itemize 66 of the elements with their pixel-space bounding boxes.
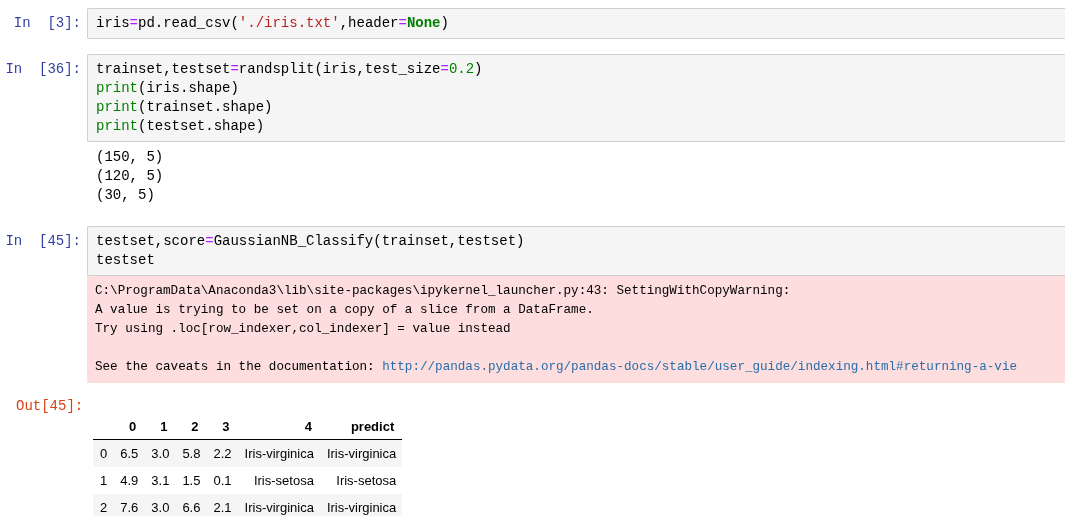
code-token: print	[96, 99, 138, 115]
code-token: pd.read_csv(	[138, 15, 239, 31]
table-cell: 4.9	[120, 473, 139, 488]
code-token: testset	[96, 252, 155, 268]
table-cell: 2.2	[213, 446, 232, 461]
code-token: randsplit(iris,test_size	[238, 61, 441, 77]
input-prompt: In [45]:	[4, 232, 82, 251]
warning-line: See the caveats in the documentation:	[95, 360, 375, 374]
column-header: 1	[160, 419, 168, 434]
code-token: (testset.shape)	[138, 118, 265, 134]
table-cell: 6.6	[182, 500, 201, 515]
code-token: iris	[96, 15, 130, 31]
table-cell: 3.0	[151, 500, 170, 515]
code-token: =	[440, 61, 449, 77]
table-cell: Iris-virginica	[326, 500, 397, 515]
code-token: './iris.txt'	[238, 15, 340, 31]
column-header: 3	[222, 419, 230, 434]
code-token: (iris.shape)	[138, 80, 239, 96]
table-cell: 3.0	[151, 446, 170, 461]
documentation-link[interactable]: http://pandas.pydata.org/pandas-docs/stable/user_guide/indexing.html#returning-a-vie	[382, 360, 1018, 374]
row-index: 2	[100, 500, 108, 515]
output-prompt: Out[45]:	[15, 397, 85, 416]
code-token: print	[96, 80, 138, 96]
code-token: GaussianNB_Classify(trainset,testset)	[213, 233, 525, 249]
code-token: =	[398, 15, 407, 31]
table-cell: Iris-virginica	[326, 446, 397, 461]
table-cell: 1.5	[182, 473, 201, 488]
row-index: 1	[100, 473, 108, 488]
table-cell: 3.1	[151, 473, 170, 488]
code-editor[interactable]: iris=pd.read_csv('./iris.txt',header=None)	[87, 8, 1065, 39]
code-editor[interactable]: testset,score=GaussianNB_Classify(trainset,testset) testset	[87, 226, 1065, 276]
code-token: ,header	[339, 15, 399, 31]
input-prompt: In [36]:	[4, 60, 82, 79]
code-token: testset,score	[96, 233, 206, 249]
table-cell: Iris-virginica	[244, 500, 314, 515]
table-cell: Iris-setosa	[336, 473, 397, 488]
code-token: )	[440, 15, 449, 31]
code-token: trainset,testset	[96, 61, 231, 77]
table-cell: Iris-setosa	[253, 473, 314, 488]
code-token: =	[129, 15, 138, 31]
table-cell: 0.1	[213, 473, 232, 488]
warning-line: Try using .loc[row_indexer,col_indexer] = value instead	[95, 322, 511, 336]
column-header: 4	[304, 419, 312, 434]
input-prompt: In [3]:	[12, 14, 82, 33]
code-editor[interactable]: trainset,testset=randsplit(iris,test_size=0.2) print(iris.shape) print(trainset.shape) print(testset.shape)	[87, 54, 1065, 142]
table-cell: 6.5	[120, 446, 139, 461]
column-header: predict	[350, 419, 395, 434]
warning-line: A value is trying to be set on a copy of a slice from a DataFrame.	[95, 303, 594, 317]
output-line: (120, 5)	[96, 167, 164, 186]
code-token: None	[406, 15, 441, 31]
output-line: (30, 5)	[96, 186, 156, 205]
column-header: 2	[191, 419, 199, 434]
code-token: 0.2	[448, 61, 475, 77]
table-cell: 5.8	[182, 446, 201, 461]
code-token: =	[230, 61, 239, 77]
code-token: (trainset.shape)	[138, 99, 273, 115]
column-header: 0	[129, 419, 137, 434]
warning-line: C:\ProgramData\Anaconda3\lib\site-packages\ipykernel_launcher.py:43: SettingWithCopyWarning:	[95, 284, 791, 298]
table-cell: 7.6	[120, 500, 139, 515]
table-cell: Iris-virginica	[244, 446, 314, 461]
code-token: =	[205, 233, 214, 249]
row-index: 0	[100, 446, 108, 461]
code-token: print	[96, 118, 138, 134]
output-line: (150, 5)	[96, 148, 164, 167]
code-token: )	[474, 61, 483, 77]
table-cell: 2.1	[213, 500, 232, 515]
